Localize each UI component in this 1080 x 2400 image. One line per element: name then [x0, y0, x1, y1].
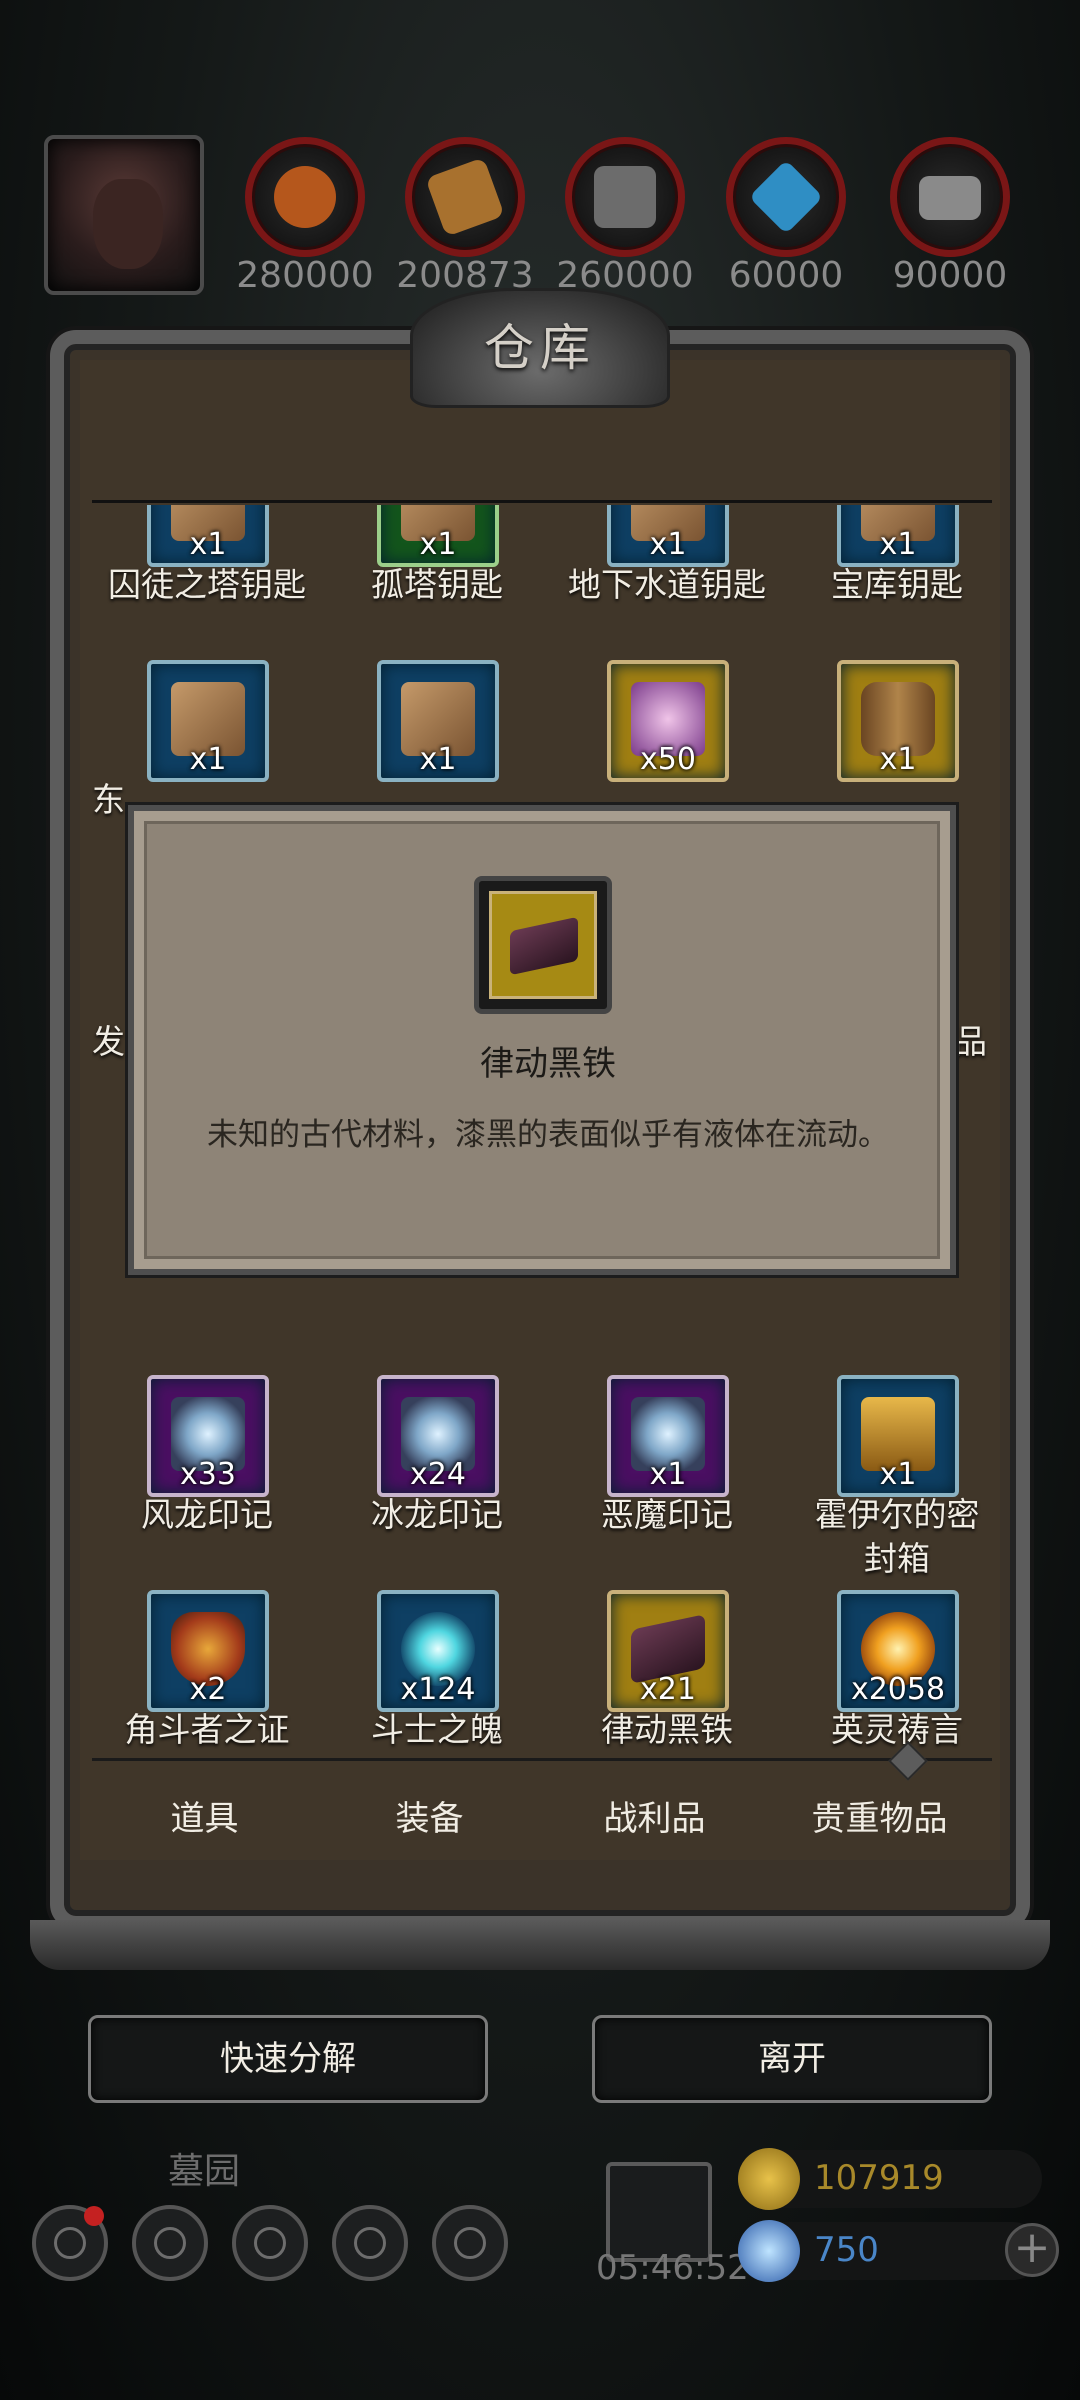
tab-valuables[interactable]: 贵重物品 — [767, 1791, 992, 1840]
item-qty: x1 — [649, 527, 687, 562]
item-qty: x1 — [879, 1457, 917, 1492]
panel-bottom-ornament — [30, 1920, 1050, 1970]
item-rhythm-black-iron[interactable]: x21 律动黑铁 — [552, 1590, 782, 1749]
item-qty: x21 — [640, 1672, 696, 1707]
item-detail-popup[interactable]: 律动黑铁 未知的古代材料，漆黑的表面似乎有液体在流动。 — [128, 805, 956, 1275]
item-hero-prayer[interactable]: x2058 英灵祷言 — [782, 1590, 992, 1749]
resource-wood[interactable] — [405, 137, 525, 257]
menu-icon — [354, 2227, 386, 2259]
item-demon-seal[interactable]: x1 恶魔印记 — [552, 1375, 782, 1534]
item-name: 律动黑铁 — [601, 1710, 733, 1749]
item-qty: x2 — [189, 1672, 227, 1707]
item-fighter-soul[interactable]: x124 斗士之魄 — [322, 1590, 552, 1749]
crystal-icon — [748, 159, 824, 235]
item-name: 风龙印记 — [141, 1495, 273, 1534]
item-qty: x1 — [649, 1457, 687, 1492]
item-qty: x1 — [419, 527, 457, 562]
item-name: 恶魔印记 — [601, 1495, 733, 1534]
item-key-east[interactable]: x1 东 — [92, 660, 322, 819]
item-qty: x2058 — [850, 1672, 946, 1707]
gem-icon — [738, 2220, 800, 2282]
popup-item-description: 未知的古代材料，漆黑的表面似乎有液体在流动。 — [207, 1117, 889, 1153]
resource-iron-ore[interactable] — [565, 137, 685, 257]
item-gladiator-proof[interactable]: x2 角斗者之证 — [92, 1590, 322, 1749]
item-qty: x1 — [419, 742, 457, 777]
tab-loot[interactable]: 战利品 — [542, 1791, 767, 1840]
add-currency-button[interactable]: + — [1005, 2223, 1059, 2277]
item-name: 宝库钥匙 — [831, 565, 963, 604]
item-name: 地下水道钥匙 — [568, 565, 766, 604]
resource-leather[interactable] — [245, 137, 365, 257]
item-hoyle-sealed-box[interactable]: x1 霍伊尔的密封箱 — [782, 1375, 992, 1578]
resource-bar: 280000 200873 260000 60000 90000 — [0, 135, 1080, 296]
location-label: 墓园 — [168, 2151, 241, 2192]
item-barrel[interactable]: x1 — [782, 660, 992, 810]
item-prisoner-tower-key[interactable]: x1 囚徒之塔钥匙 — [92, 505, 322, 604]
item-ice-dragon-seal[interactable]: x24 冰龙印记 — [322, 1375, 552, 1534]
gold-counter: 107919 — [738, 2148, 1042, 2210]
resource-crystal[interactable] — [726, 137, 846, 257]
item-key[interactable]: x1 — [322, 660, 552, 810]
popup-item-frame — [489, 891, 597, 999]
menu-button-2[interactable] — [132, 2205, 208, 2281]
item-name: 霍伊尔的密封箱 — [814, 1495, 980, 1578]
gold-value: 107919 — [814, 2158, 944, 2198]
iron-ore-icon — [594, 166, 656, 228]
menu-button-5[interactable] — [432, 2205, 508, 2281]
gift-box-button[interactable] — [606, 2162, 712, 2262]
item-lone-tower-key[interactable]: x1 孤塔钥匙 — [322, 505, 552, 604]
item-name: 孤塔钥匙 — [371, 565, 503, 604]
menu-icon — [454, 2227, 486, 2259]
panel-title: 仓库 — [484, 319, 596, 377]
avatar[interactable] — [44, 135, 204, 295]
item-name: 斗士之魄 — [371, 1710, 503, 1749]
gear-icon — [54, 2227, 86, 2259]
item-name-fragment: 发 — [92, 1022, 125, 1061]
menu-icon — [154, 2227, 186, 2259]
item-qty: x124 — [400, 1672, 476, 1707]
leave-button[interactable]: 离开 — [592, 2015, 992, 2103]
tab-equipment[interactable]: 装备 — [317, 1791, 542, 1840]
item-name: 英灵祷言 — [831, 1710, 963, 1749]
quick-decompose-button[interactable]: 快速分解 — [88, 2015, 488, 2103]
gem-counter: 750 — [738, 2220, 1042, 2282]
item-crystal-shard[interactable]: x50 — [552, 660, 782, 810]
item-name: 冰龙印记 — [371, 1495, 503, 1534]
category-tabs: 道具 装备 战利品 贵重物品 — [92, 1741, 992, 1868]
item-qty: x50 — [640, 742, 696, 777]
notification-dot — [84, 2206, 104, 2226]
black-iron-icon — [510, 916, 578, 976]
item-vault-key[interactable]: x1 宝库钥匙 — [782, 505, 992, 604]
menu-button-3[interactable] — [232, 2205, 308, 2281]
item-qty: x1 — [879, 527, 917, 562]
popup-item-slot — [474, 876, 612, 1014]
leather-icon — [274, 166, 336, 228]
item-qty: x24 — [410, 1457, 466, 1492]
popup-item-title: 律动黑铁 — [480, 1044, 616, 1084]
item-sewer-key[interactable]: x1 地下水道钥匙 — [552, 505, 782, 604]
item-qty: x1 — [189, 527, 227, 562]
menu-button-4[interactable] — [332, 2205, 408, 2281]
menu-icon — [254, 2227, 286, 2259]
item-qty: x33 — [180, 1457, 236, 1492]
gold-coin-icon — [738, 2148, 800, 2210]
countdown-timer: 05:46:52 — [596, 2248, 749, 2288]
divider — [92, 500, 992, 503]
portrait-face — [93, 179, 163, 269]
tab-items[interactable]: 道具 — [92, 1791, 317, 1840]
item-name: 角斗者之证 — [124, 1710, 290, 1749]
item-qty: x1 — [189, 742, 227, 777]
gem-value: 750 — [814, 2230, 879, 2270]
item-wind-dragon-seal[interactable]: x33 风龙印记 — [92, 1375, 322, 1534]
wood-icon — [425, 157, 505, 237]
item-name: 囚徒之塔钥匙 — [108, 565, 306, 604]
item-qty: x1 — [879, 742, 917, 777]
resource-iron-ingot[interactable] — [890, 137, 1010, 257]
iron-ingot-icon — [919, 176, 981, 220]
